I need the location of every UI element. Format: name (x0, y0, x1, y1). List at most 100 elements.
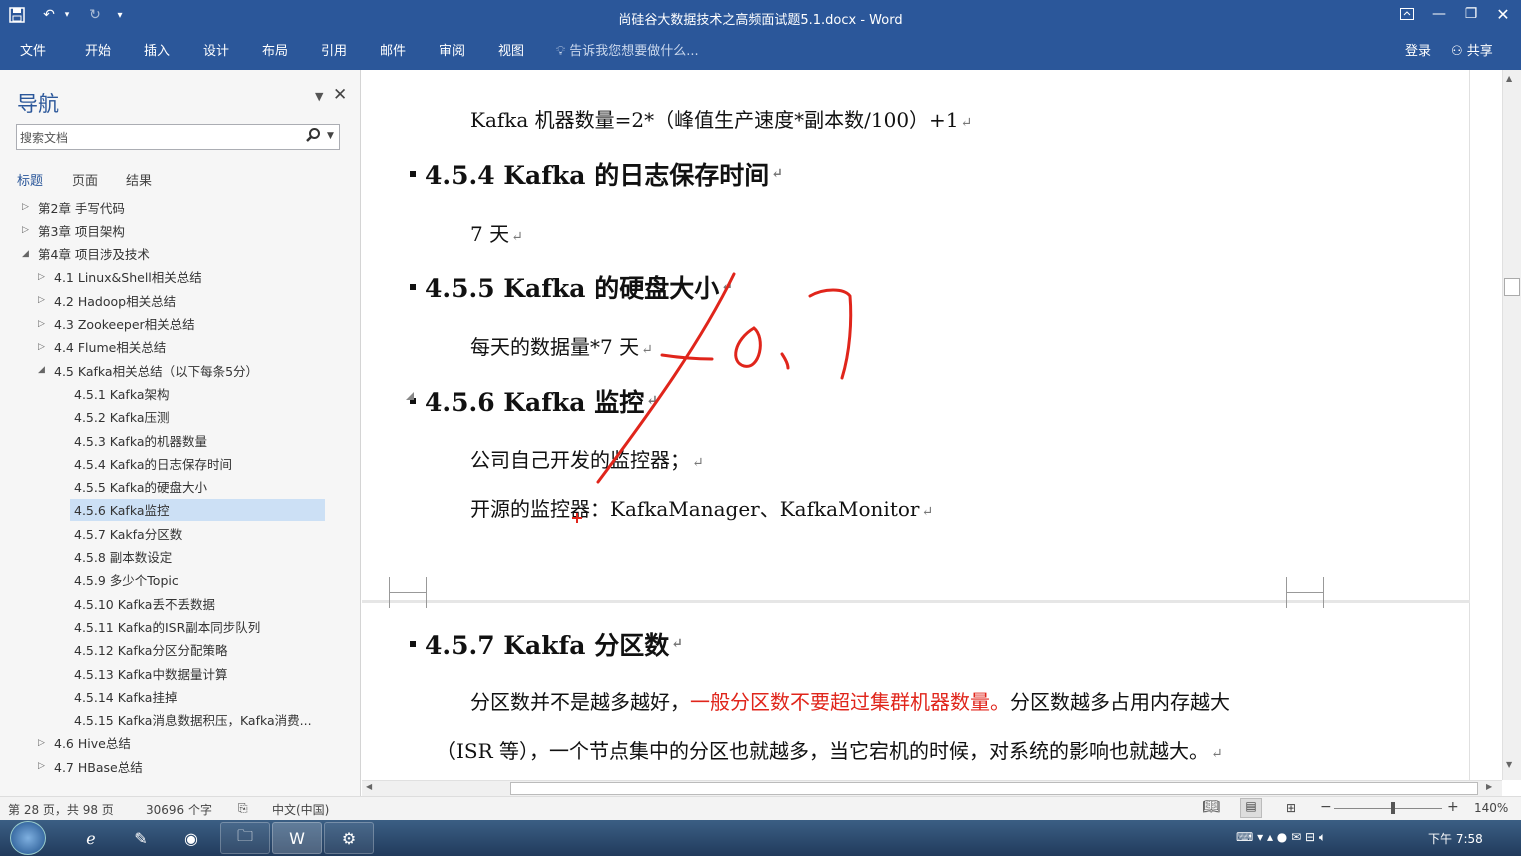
nav-tree-item[interactable]: ▷ 4.3 Zookeeper相关总结 (38, 313, 195, 335)
nav-tree-item[interactable]: ▷ 4.2 Hadoop相关总结 (38, 289, 176, 311)
minimize-icon[interactable]: — (1426, 3, 1452, 25)
start-button[interactable] (10, 821, 46, 855)
nav-tree-item[interactable]: 4.5.10 Kafka丢不丢数据 (74, 592, 215, 614)
scroll-thumb[interactable] (510, 782, 1478, 795)
zoom-slider[interactable] (1334, 808, 1442, 809)
zoom-slider-thumb[interactable] (1391, 802, 1395, 814)
search-icon[interactable] (305, 127, 321, 147)
taskbar: ℯ ✎ ◉ 🗀︎ W ⚙ ⌨ ▾ ▴ ● ✉ ⊟ 🔈︎ 下午 7:58 (0, 820, 1521, 856)
nav-tree-item[interactable]: ▷ 4.1 Linux&Shell相关总结 (38, 266, 202, 288)
chevron-down-icon[interactable]: ▼ (327, 131, 334, 141)
nav-tree-item[interactable]: ▷ 第2章 手写代码 (22, 196, 125, 218)
nav-tree-item-label: 4.5.12 Kafka分区分配策略 (74, 643, 228, 659)
tell-me-search[interactable]: 💡︎ 告诉我您想要做什么... (556, 40, 699, 59)
scroll-thumb[interactable] (1504, 278, 1520, 296)
zoom-level[interactable]: 140% (1474, 801, 1508, 815)
login-button[interactable]: 登录 (1405, 40, 1431, 59)
collapsed-arrow-icon[interactable]: ▷ (38, 295, 54, 305)
tab-home[interactable]: 开始 (85, 40, 111, 59)
nav-tree-item-label: 4.5.10 Kafka丢不丢数据 (74, 596, 215, 612)
tab-insert[interactable]: 插入 (144, 40, 170, 59)
nav-tree-item[interactable]: ◢ 4.5 Kafka相关总结（以下每条5分） (38, 359, 258, 381)
nav-tree-item[interactable]: 4.5.8 副本数设定 (74, 546, 172, 568)
tab-results[interactable]: 结果 (126, 170, 152, 189)
tray-icons[interactable]: ⌨ ▾ ▴ ● ✉ ⊟ 🔈︎ (1236, 830, 1326, 845)
nav-tree-item[interactable]: 4.5.6 Kafka监控 (70, 498, 325, 521)
scroll-down-icon[interactable]: ▼ (1506, 760, 1512, 769)
expanded-arrow-icon[interactable]: ◢ (22, 249, 38, 259)
scroll-up-icon[interactable]: ▲ (1506, 74, 1512, 83)
collapsed-arrow-icon[interactable]: ▷ (22, 202, 38, 212)
zoom-in-button[interactable]: + (1447, 799, 1459, 815)
nav-tree-item[interactable]: 4.5.2 Kafka压测 (74, 406, 170, 428)
horizontal-scrollbar[interactable]: ◀ ▶ (362, 780, 1502, 796)
chrome-icon[interactable]: ◉ (166, 822, 216, 854)
nav-tree-item[interactable]: 4.5.7 Kakfa分区数 (74, 522, 182, 544)
nav-tree-item[interactable]: ▷ 4.6 Hive总结 (38, 732, 131, 754)
collapsed-arrow-icon[interactable]: ▷ (22, 225, 38, 235)
tab-layout[interactable]: 布局 (262, 40, 288, 59)
nav-tree-item-label: 4.4 Flume相关总结 (54, 340, 167, 356)
nav-tree-item[interactable]: 4.5.14 Kafka挂掉 (74, 685, 177, 707)
search-input[interactable]: 搜索文档 (20, 129, 68, 146)
collapsed-arrow-icon[interactable]: ▷ (38, 761, 54, 771)
proofing-icon[interactable]: ⎘ (238, 801, 248, 816)
nav-tree-item[interactable]: ▷ 4.4 Flume相关总结 (38, 336, 166, 358)
title-bar: ↶ ▾ ↻ ▾ 尚硅谷大数据技术之高频面试题5.1.docx - Word — … (0, 0, 1521, 34)
scroll-left-icon[interactable]: ◀ (366, 782, 372, 791)
nav-tree-item[interactable]: 4.5.13 Kafka中数据量计算 (74, 662, 227, 684)
nav-tree-item[interactable]: 4.5.3 Kafka的机器数量 (74, 429, 207, 451)
notepad-icon[interactable]: ✎ (116, 822, 166, 854)
nav-tree-item[interactable]: 4.5.5 Kafka的硬盘大小 (74, 476, 207, 498)
document-title: 尚硅谷大数据技术之高频面试题5.1.docx - Word (618, 13, 903, 28)
nav-tree-item-label: 4.5 Kafka相关总结（以下每条5分） (54, 363, 259, 379)
word-icon[interactable]: W (272, 822, 322, 854)
tab-review[interactable]: 审阅 (439, 40, 465, 59)
collapsed-arrow-icon[interactable]: ▷ (38, 272, 54, 282)
nav-tree-item[interactable]: 4.5.4 Kafka的日志保存时间 (74, 452, 232, 474)
tab-file[interactable]: 文件 (20, 40, 46, 59)
collapsed-arrow-icon[interactable]: ▷ (38, 342, 54, 352)
app-icon[interactable]: ⚙ (324, 822, 374, 854)
nav-tree-item[interactable]: ◢ 第4章 项目涉及技术 (22, 243, 150, 265)
ribbon-display-options-icon[interactable] (1394, 3, 1420, 25)
nav-tree-item[interactable]: 4.5.12 Kafka分区分配策略 (74, 639, 227, 661)
tab-headings[interactable]: 标题 (17, 170, 43, 189)
ribbon: 文件 开始 插入 设计 布局 引用 邮件 审阅 视图 💡︎ 告诉我您想要做什么.… (0, 34, 1521, 70)
clock[interactable]: 下午 7:58 (1428, 830, 1483, 847)
tab-view[interactable]: 视图 (498, 40, 524, 59)
nav-options-icon[interactable]: ▼ (315, 90, 323, 103)
tab-pages[interactable]: 页面 (72, 170, 98, 189)
navigation-pane: 导航 ▼ ✕ 搜索文档 ▼ 标题 页面 结果 ▷ 第2章 手写代码 ▷ 第3章 项目架… (0, 70, 361, 796)
scroll-right-icon[interactable]: ▶ (1486, 782, 1492, 791)
collapsed-arrow-icon[interactable]: ▷ (38, 738, 54, 748)
print-layout-icon[interactable]: ▤ (1240, 798, 1262, 818)
nav-tree-item[interactable]: 4.5.9 多少个Topic (74, 569, 179, 591)
nav-tree-item[interactable]: ▷ 第3章 项目架构 (22, 219, 125, 241)
nav-tree-item[interactable]: ▷ 4.7 HBase总结 (38, 755, 143, 777)
tab-mailings[interactable]: 邮件 (380, 40, 406, 59)
nav-tree-item-label: 4.1 Linux&Shell相关总结 (54, 270, 202, 286)
nav-tree-item[interactable]: 4.5.1 Kafka架构 (74, 382, 170, 404)
document-area[interactable]: Kafka 机器数量=2*（峰值生产速度*副本数/100）+1 ↵ 4.5.4 K… (362, 70, 1502, 780)
nav-tree-item[interactable]: 4.5.11 Kafka的ISR副本同步队列 (74, 615, 260, 637)
collapsed-arrow-icon[interactable]: ▷ (38, 319, 54, 329)
tab-design[interactable]: 设计 (203, 40, 229, 59)
close-window-icon[interactable]: ✕ (1490, 3, 1516, 25)
read-mode-icon[interactable]: 📖︎ (1202, 799, 1220, 815)
page-count[interactable]: 第 28 页，共 98 页 (8, 801, 114, 818)
tab-references[interactable]: 引用 (321, 40, 347, 59)
share-button[interactable]: ⚇ 共享 (1451, 40, 1493, 59)
expanded-arrow-icon[interactable]: ◢ (38, 365, 54, 375)
word-count[interactable]: 30696 个字 (146, 801, 212, 818)
web-layout-icon[interactable]: ⊞ (1286, 801, 1296, 815)
zoom-out-button[interactable]: − (1320, 799, 1332, 815)
vertical-scrollbar[interactable]: ▲ ▼ (1502, 70, 1521, 780)
restore-icon[interactable]: ❐ (1458, 3, 1484, 25)
ie-icon[interactable]: ℯ (66, 822, 116, 854)
close-icon[interactable]: ✕ (333, 85, 347, 105)
search-box[interactable]: 搜索文档 ▼ (16, 124, 340, 150)
nav-tree-item[interactable]: 4.5.15 Kafka消息数据积压，Kafka消费... (74, 709, 312, 731)
language[interactable]: 中文(中国) (272, 801, 329, 818)
explorer-icon[interactable]: 🗀︎ (220, 822, 270, 854)
